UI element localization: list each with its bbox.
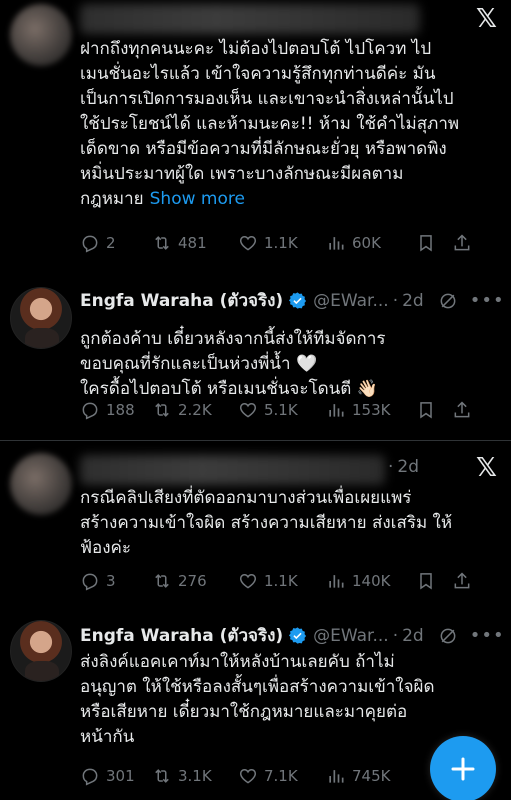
bookmark-icon (420, 402, 432, 419)
timestamp[interactable]: 2d (397, 457, 419, 477)
avatar[interactable] (10, 620, 72, 682)
tweet-header: Engfa Waraha (ตัวจริง) @EWar... · 2d ••• (80, 622, 505, 649)
like-icon (239, 235, 257, 251)
avatar[interactable] (10, 453, 72, 515)
show-more-link[interactable]: Show more (150, 189, 245, 209)
tweet-2[interactable]: Engfa Waraha (ตัวจริง) @EWar... · 2d •••… (0, 270, 511, 440)
avatar[interactable] (10, 4, 72, 66)
tweet-3[interactable]: · 2d 𝕏 กรณีคลิปเสียงที่ตัดออกมาบางส่วนเพ… (0, 441, 511, 606)
blurred-author-header (80, 4, 420, 34)
timestamp[interactable]: 2d (402, 626, 424, 646)
share-button[interactable] (452, 571, 476, 591)
share-button[interactable] (452, 233, 476, 253)
reply-icon (82, 235, 98, 253)
reply-button[interactable]: 301 (80, 766, 152, 786)
tweet-text: ถูกต้องค้าบ เดี๋ยวหลังจากนี้ส่งให้ทีมจัด… (80, 329, 386, 399)
views-icon (329, 404, 344, 417)
repost-button[interactable]: 2.2K (152, 400, 238, 420)
repost-icon (155, 236, 169, 250)
tweet-text: กรณีคลิปเสียงที่ตัดออกมาบางส่วนเพื่อเผยแ… (80, 488, 453, 558)
x-logo-icon: 𝕏 (476, 4, 497, 34)
share-button[interactable] (452, 400, 476, 420)
action-bar: 2 481 1.1K 60K (80, 233, 500, 253)
share-icon (454, 401, 470, 418)
repost-icon (155, 574, 169, 588)
bookmark-button[interactable] (416, 233, 452, 253)
verified-badge-icon (289, 292, 307, 309)
more-icon[interactable]: ••• (470, 290, 505, 311)
tweet-text: ส่งลิงค์แอคเคาท์มาให้หลังบ้านเลยคับ ถ้าไ… (80, 652, 435, 747)
views-button[interactable]: 60K (326, 233, 416, 253)
share-icon (454, 234, 470, 251)
views-button[interactable]: 140K (326, 571, 416, 591)
views-button[interactable]: 745K (326, 766, 416, 786)
like-button[interactable]: 1.1K (238, 233, 326, 253)
author-handle[interactable]: @EWar... (313, 291, 389, 311)
repost-icon (155, 769, 169, 783)
views-button[interactable]: 153K (326, 400, 416, 420)
reply-icon (82, 402, 98, 420)
reply-button[interactable]: 3 (80, 571, 152, 591)
avatar[interactable] (10, 287, 72, 349)
like-icon (239, 768, 257, 784)
like-button[interactable]: 7.1K (238, 766, 326, 786)
compose-plus-icon (451, 757, 475, 781)
grok-icon[interactable] (438, 626, 458, 646)
verified-badge-icon (289, 627, 307, 644)
views-icon (329, 575, 344, 588)
views-icon (329, 770, 344, 783)
timestamp[interactable]: 2d (402, 291, 424, 311)
tweet-header: Engfa Waraha (ตัวจริง) @EWar... · 2d ••• (80, 287, 505, 314)
tweet-text: ฝากถึงทุกคนนะคะ ไม่ต้องไปตอบโต้ ไปโควท ไ… (80, 39, 460, 209)
grok-icon[interactable] (438, 291, 458, 311)
repost-button[interactable]: 3.1K (152, 766, 238, 786)
reply-button[interactable]: 2 (80, 233, 152, 253)
tweet-header: · 2d (388, 457, 420, 477)
like-button[interactable]: 1.1K (238, 571, 326, 591)
x-logo-icon: 𝕏 (476, 453, 497, 483)
reply-icon (82, 768, 98, 786)
action-bar: 3 276 1.1K 140K (80, 571, 500, 591)
action-bar: 188 2.2K 5.1K 153K (80, 400, 500, 420)
bookmark-button[interactable] (416, 571, 452, 591)
reply-button[interactable]: 188 (80, 400, 152, 420)
more-icon[interactable]: ••• (470, 625, 505, 646)
author-name[interactable]: Engfa Waraha (ตัวจริง) (80, 287, 283, 314)
author-name[interactable]: Engfa Waraha (ตัวจริง) (80, 622, 283, 649)
repost-icon (155, 403, 169, 417)
bookmark-button[interactable] (416, 400, 452, 420)
bookmark-icon (420, 235, 432, 252)
bookmark-icon (420, 573, 432, 590)
views-icon (329, 237, 344, 250)
blurred-author-header (80, 455, 385, 485)
share-icon (454, 572, 470, 589)
compose-button[interactable] (430, 736, 496, 800)
tweet-1[interactable]: 𝕏 ฝากถึงทุกคนนะคะ ไม่ต้องไปตอบโต้ ไปโควท… (0, 0, 511, 270)
like-button[interactable]: 5.1K (238, 400, 326, 420)
author-handle[interactable]: @EWar... (313, 626, 389, 646)
reply-icon (82, 573, 98, 591)
repost-button[interactable]: 481 (152, 233, 238, 253)
like-icon (239, 573, 257, 589)
like-icon (239, 402, 257, 418)
repost-button[interactable]: 276 (152, 571, 238, 591)
